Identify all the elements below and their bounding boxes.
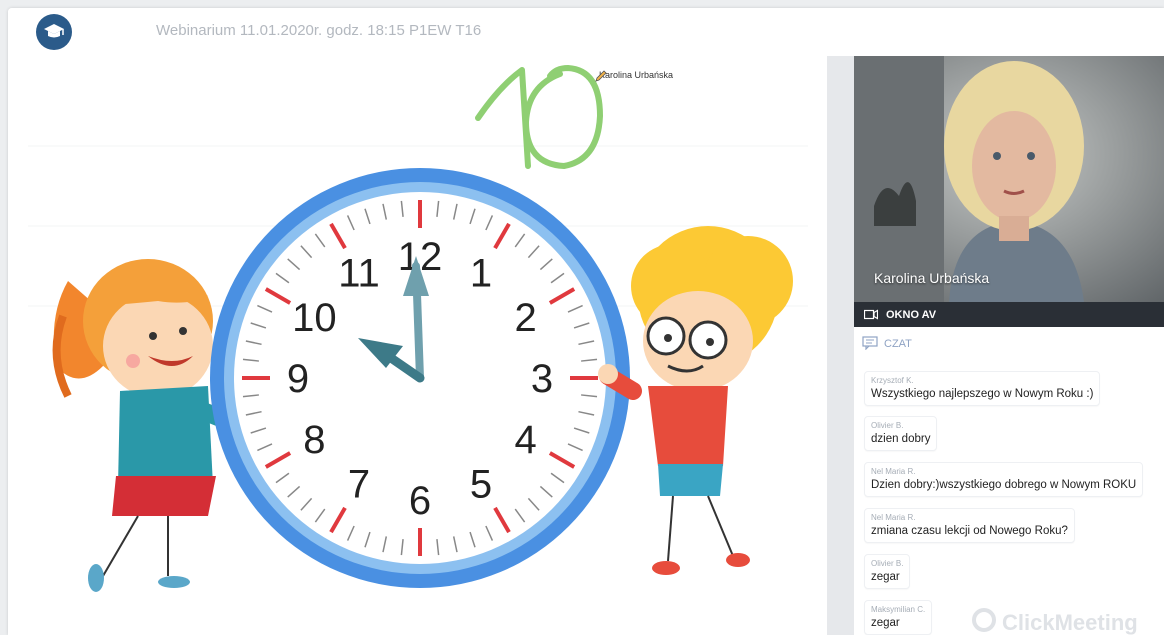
clock-number: 8 xyxy=(303,418,325,462)
clock-illustration: 12 1234567891011 xyxy=(210,168,630,588)
chat-message[interactable]: Olivier B. dzien dobry xyxy=(864,416,938,451)
clock-number: 11 xyxy=(338,251,380,295)
clock-number: 3 xyxy=(531,357,553,401)
chat-message[interactable]: Nel Maria R. zmiana czasu lekcji od Nowe… xyxy=(864,508,1075,543)
whiteboard-canvas: 12 1234567891011 xyxy=(28,65,808,592)
chat-message-text: zegar xyxy=(871,617,900,629)
clickmeeting-logo-icon xyxy=(972,608,996,635)
webinar-title: Webinarium 11.01.2020r. godz. 18:15 P1EW… xyxy=(156,22,482,39)
chat-message-author: Olivier B. xyxy=(871,421,904,430)
clock-number: 10 xyxy=(292,296,337,340)
girl-illustration xyxy=(52,259,237,592)
chat-message-text: Wszystkiego najlepszego w Nowym Roku :) xyxy=(871,388,1094,400)
top-bar: Webinarium 11.01.2020r. godz. 18:15 P1EW… xyxy=(8,8,1164,57)
chat-message[interactable]: Maksymilian C. zegar xyxy=(864,600,933,635)
chat-header[interactable]: CZAT xyxy=(862,334,912,354)
clock-number: 1 xyxy=(470,251,492,295)
chat-message-text: Dzien dobry:)wszystkiego dobrego w Nowym… xyxy=(871,479,1137,491)
presenter-name: Karolina Urbańska xyxy=(874,270,990,286)
clock-number: 4 xyxy=(515,418,537,462)
chat-label: CZAT xyxy=(884,338,912,350)
av-window-label: OKNO AV xyxy=(886,308,937,321)
annotation-author-name: Karolina Urbańska xyxy=(599,70,674,80)
clock-number: 9 xyxy=(287,357,309,401)
clock-number: 6 xyxy=(409,479,431,523)
chat-message-author: Maksymilian C. xyxy=(871,605,926,614)
video-camera-icon xyxy=(863,309,879,320)
annotation-author-tag: Karolina Urbańska xyxy=(595,70,674,82)
panel-divider[interactable] xyxy=(827,56,854,635)
chat-message-author: Olivier B. xyxy=(871,559,904,568)
graduation-cap-logo-icon[interactable] xyxy=(36,14,72,50)
chat-message-text: zmiana czasu lekcji od Nowego Roku? xyxy=(871,525,1068,537)
whiteboard[interactable]: 12 1 2 3 4 5 6 7 8 9 10 11 Karolina Urba… xyxy=(8,56,827,635)
clock-number: 7 xyxy=(348,463,370,507)
chat-message-text: zegar xyxy=(871,571,900,583)
watermark-text: ClickMeeting xyxy=(1002,610,1138,635)
chat-message-author: Krzysztof K. xyxy=(871,376,914,385)
chat-icon xyxy=(862,335,878,353)
chat-message-text: dzien dobry xyxy=(871,433,931,445)
chat-message[interactable]: Nel Maria R. Dzien dobry:)wszystkiego do… xyxy=(864,462,1144,497)
chat-message[interactable]: Krzysztof K. Wszystkiego najlepszego w N… xyxy=(864,371,1101,406)
clock-number: 2 xyxy=(515,296,537,340)
clock-number: 5 xyxy=(470,463,492,507)
drawn-annotation xyxy=(475,65,603,169)
chat-message-author: Nel Maria R. xyxy=(871,513,916,522)
webinar-window: Webinarium 11.01.2020r. godz. 18:15 P1EW… xyxy=(8,8,1164,635)
chat-message-author: Nel Maria R. xyxy=(871,467,916,476)
side-panel: Karolina Urbańska OKNO AV CZAT Krzysztof… xyxy=(854,56,1164,635)
av-window-bar[interactable]: OKNO AV xyxy=(854,302,1164,327)
clickmeeting-watermark: ClickMeeting xyxy=(972,608,1138,635)
chat-message[interactable]: Olivier B. zegar xyxy=(864,554,911,589)
video-feed[interactable]: Karolina Urbańska xyxy=(854,56,1164,302)
